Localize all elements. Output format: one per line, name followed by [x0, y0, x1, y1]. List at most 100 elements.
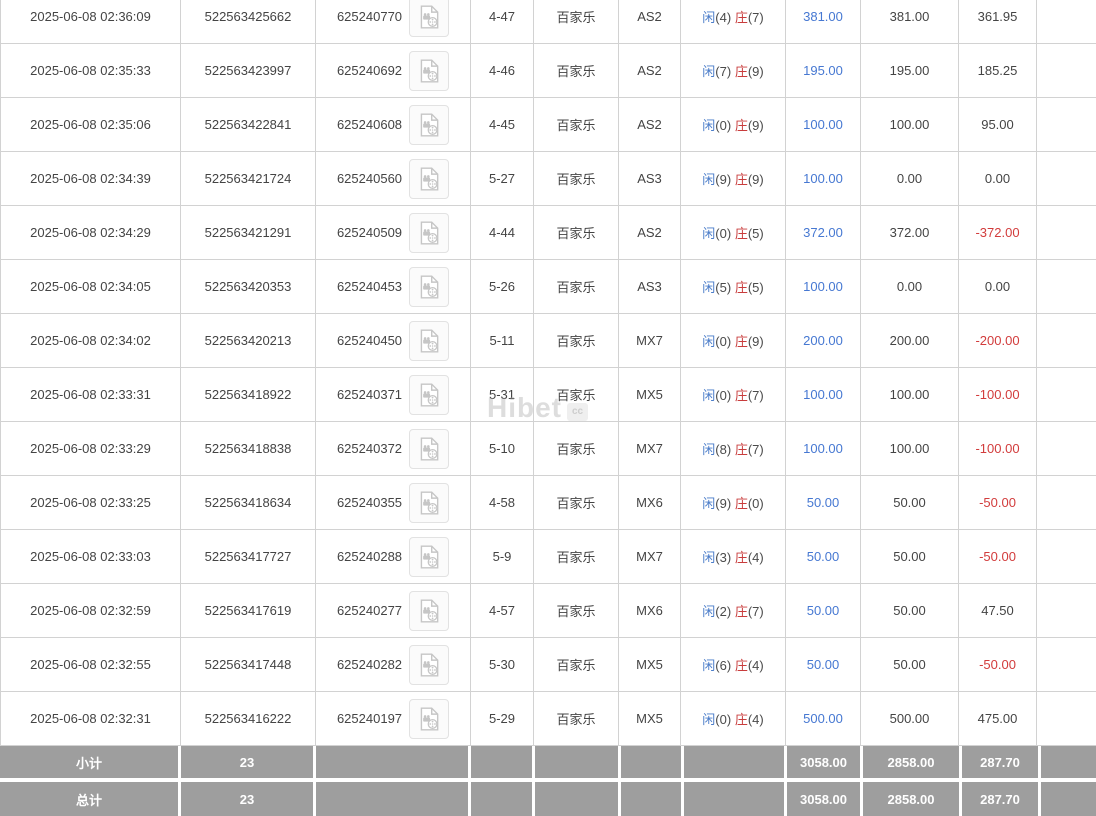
cell-bet-id: 522563417727 — [181, 530, 316, 584]
game-id-value: 625240288 — [337, 549, 402, 564]
video-replay-button[interactable] — [409, 429, 449, 469]
cell-bet-id: 522563417448 — [181, 638, 316, 692]
result-xian-score: (0) — [715, 712, 731, 727]
result-xian-score: (9) — [715, 172, 731, 187]
cell-extra — [1037, 0, 1096, 44]
result-zhuang-score: (7) — [748, 10, 764, 25]
cell-result: 闲(3) 庄(4) — [681, 530, 786, 584]
video-replay-button[interactable] — [409, 645, 449, 685]
cell-game-id: 625240770 — [316, 0, 471, 44]
cell-game-id: 625240450 — [316, 314, 471, 368]
cell-valid-amount: 50.00 — [861, 530, 959, 584]
video-file-icon — [416, 706, 442, 732]
video-replay-button[interactable] — [409, 51, 449, 91]
cell-room: MX6 — [619, 476, 681, 530]
cell-bet-amount: 100.00 — [786, 422, 861, 476]
cell-bet-amount: 50.00 — [786, 638, 861, 692]
cell-valid-amount: 100.00 — [861, 98, 959, 152]
subtotal-bet-amount: 3058.00 — [787, 746, 860, 778]
cell-bet-id: 522563417619 — [181, 584, 316, 638]
game-id-value: 625240560 — [337, 171, 402, 186]
cell-table-seat: 5-11 — [471, 314, 534, 368]
cell-room: MX7 — [619, 314, 681, 368]
total-empty — [535, 782, 618, 816]
video-replay-button[interactable] — [409, 321, 449, 361]
cell-game-id: 625240509 — [316, 206, 471, 260]
result-xian-label: 闲 — [702, 280, 715, 295]
cell-win-loss: 0.00 — [959, 260, 1037, 314]
cell-bet-time: 2025-06-08 02:36:09 — [1, 0, 181, 44]
bet-amount-link[interactable]: 195.00 — [803, 63, 843, 78]
table-row: 2025-06-08 02:36:09 522563425662 6252407… — [1, 0, 1096, 44]
cell-room: MX5 — [619, 638, 681, 692]
cell-extra — [1037, 152, 1096, 206]
cell-win-loss: -372.00 — [959, 206, 1037, 260]
table-row: 2025-06-08 02:33:03 522563417727 6252402… — [1, 530, 1096, 584]
table-row: 2025-06-08 02:33:25 522563418634 6252403… — [1, 476, 1096, 530]
video-replay-button[interactable] — [409, 483, 449, 523]
result-xian-label: 闲 — [702, 388, 715, 403]
cell-extra — [1037, 638, 1096, 692]
bet-amount-link[interactable]: 100.00 — [803, 279, 843, 294]
bet-amount-link[interactable]: 500.00 — [803, 711, 843, 726]
cell-game-id: 625240371 — [316, 368, 471, 422]
result-xian-score: (5) — [715, 280, 731, 295]
result-zhuang-label: 庄 — [735, 442, 748, 457]
cell-bet-time: 2025-06-08 02:32:31 — [1, 692, 181, 746]
video-replay-button[interactable] — [409, 699, 449, 739]
cell-game-id: 625240560 — [316, 152, 471, 206]
result-xian-score: (6) — [715, 658, 731, 673]
bet-amount-link[interactable]: 372.00 — [803, 225, 843, 240]
bet-amount-link[interactable]: 100.00 — [803, 117, 843, 132]
subtotal-empty — [471, 746, 532, 778]
cell-game-type: 百家乐 — [534, 44, 619, 98]
cell-room: MX5 — [619, 368, 681, 422]
bet-amount-link[interactable]: 100.00 — [803, 441, 843, 456]
cell-bet-time: 2025-06-08 02:34:39 — [1, 152, 181, 206]
video-replay-button[interactable] — [409, 159, 449, 199]
cell-game-type: 百家乐 — [534, 692, 619, 746]
cell-result: 闲(7) 庄(9) — [681, 44, 786, 98]
game-id-value: 625240509 — [337, 225, 402, 240]
cell-extra — [1037, 260, 1096, 314]
cell-result: 闲(0) 庄(9) — [681, 98, 786, 152]
video-replay-button[interactable] — [409, 537, 449, 577]
result-xian-label: 闲 — [702, 658, 715, 673]
table-row: 2025-06-08 02:34:39 522563421724 6252405… — [1, 152, 1096, 206]
result-zhuang-score: (0) — [748, 496, 764, 511]
video-file-icon — [416, 436, 442, 462]
cell-result: 闲(9) 庄(0) — [681, 476, 786, 530]
cell-game-id: 625240282 — [316, 638, 471, 692]
bet-amount-link[interactable]: 381.00 — [803, 9, 843, 24]
cell-game-id: 625240288 — [316, 530, 471, 584]
cell-win-loss: -50.00 — [959, 476, 1037, 530]
video-replay-button[interactable] — [409, 213, 449, 253]
cell-table-seat: 5-29 — [471, 692, 534, 746]
video-replay-button[interactable] — [409, 105, 449, 145]
cell-bet-amount: 372.00 — [786, 206, 861, 260]
cell-win-loss: -100.00 — [959, 368, 1037, 422]
cell-valid-amount: 50.00 — [861, 584, 959, 638]
table-row: 2025-06-08 02:34:29 522563421291 6252405… — [1, 206, 1096, 260]
result-xian-label: 闲 — [702, 550, 715, 565]
video-file-icon — [416, 58, 442, 84]
video-replay-button[interactable] — [409, 267, 449, 307]
bet-amount-link[interactable]: 50.00 — [807, 603, 840, 618]
result-zhuang-label: 庄 — [735, 64, 748, 79]
bet-amount-link[interactable]: 50.00 — [807, 657, 840, 672]
cell-table-seat: 4-44 — [471, 206, 534, 260]
video-replay-button[interactable] — [409, 591, 449, 631]
bet-amount-link[interactable]: 50.00 — [807, 549, 840, 564]
cell-game-id: 625240608 — [316, 98, 471, 152]
cell-bet-id: 522563423997 — [181, 44, 316, 98]
video-replay-button[interactable] — [409, 375, 449, 415]
cell-bet-id: 522563418922 — [181, 368, 316, 422]
video-replay-button[interactable] — [409, 0, 449, 37]
cell-bet-time: 2025-06-08 02:34:02 — [1, 314, 181, 368]
bet-amount-link[interactable]: 50.00 — [807, 495, 840, 510]
bet-amount-link[interactable]: 200.00 — [803, 333, 843, 348]
result-zhuang-label: 庄 — [735, 118, 748, 133]
bet-amount-link[interactable]: 100.00 — [803, 171, 843, 186]
result-xian-score: (2) — [715, 604, 731, 619]
bet-amount-link[interactable]: 100.00 — [803, 387, 843, 402]
